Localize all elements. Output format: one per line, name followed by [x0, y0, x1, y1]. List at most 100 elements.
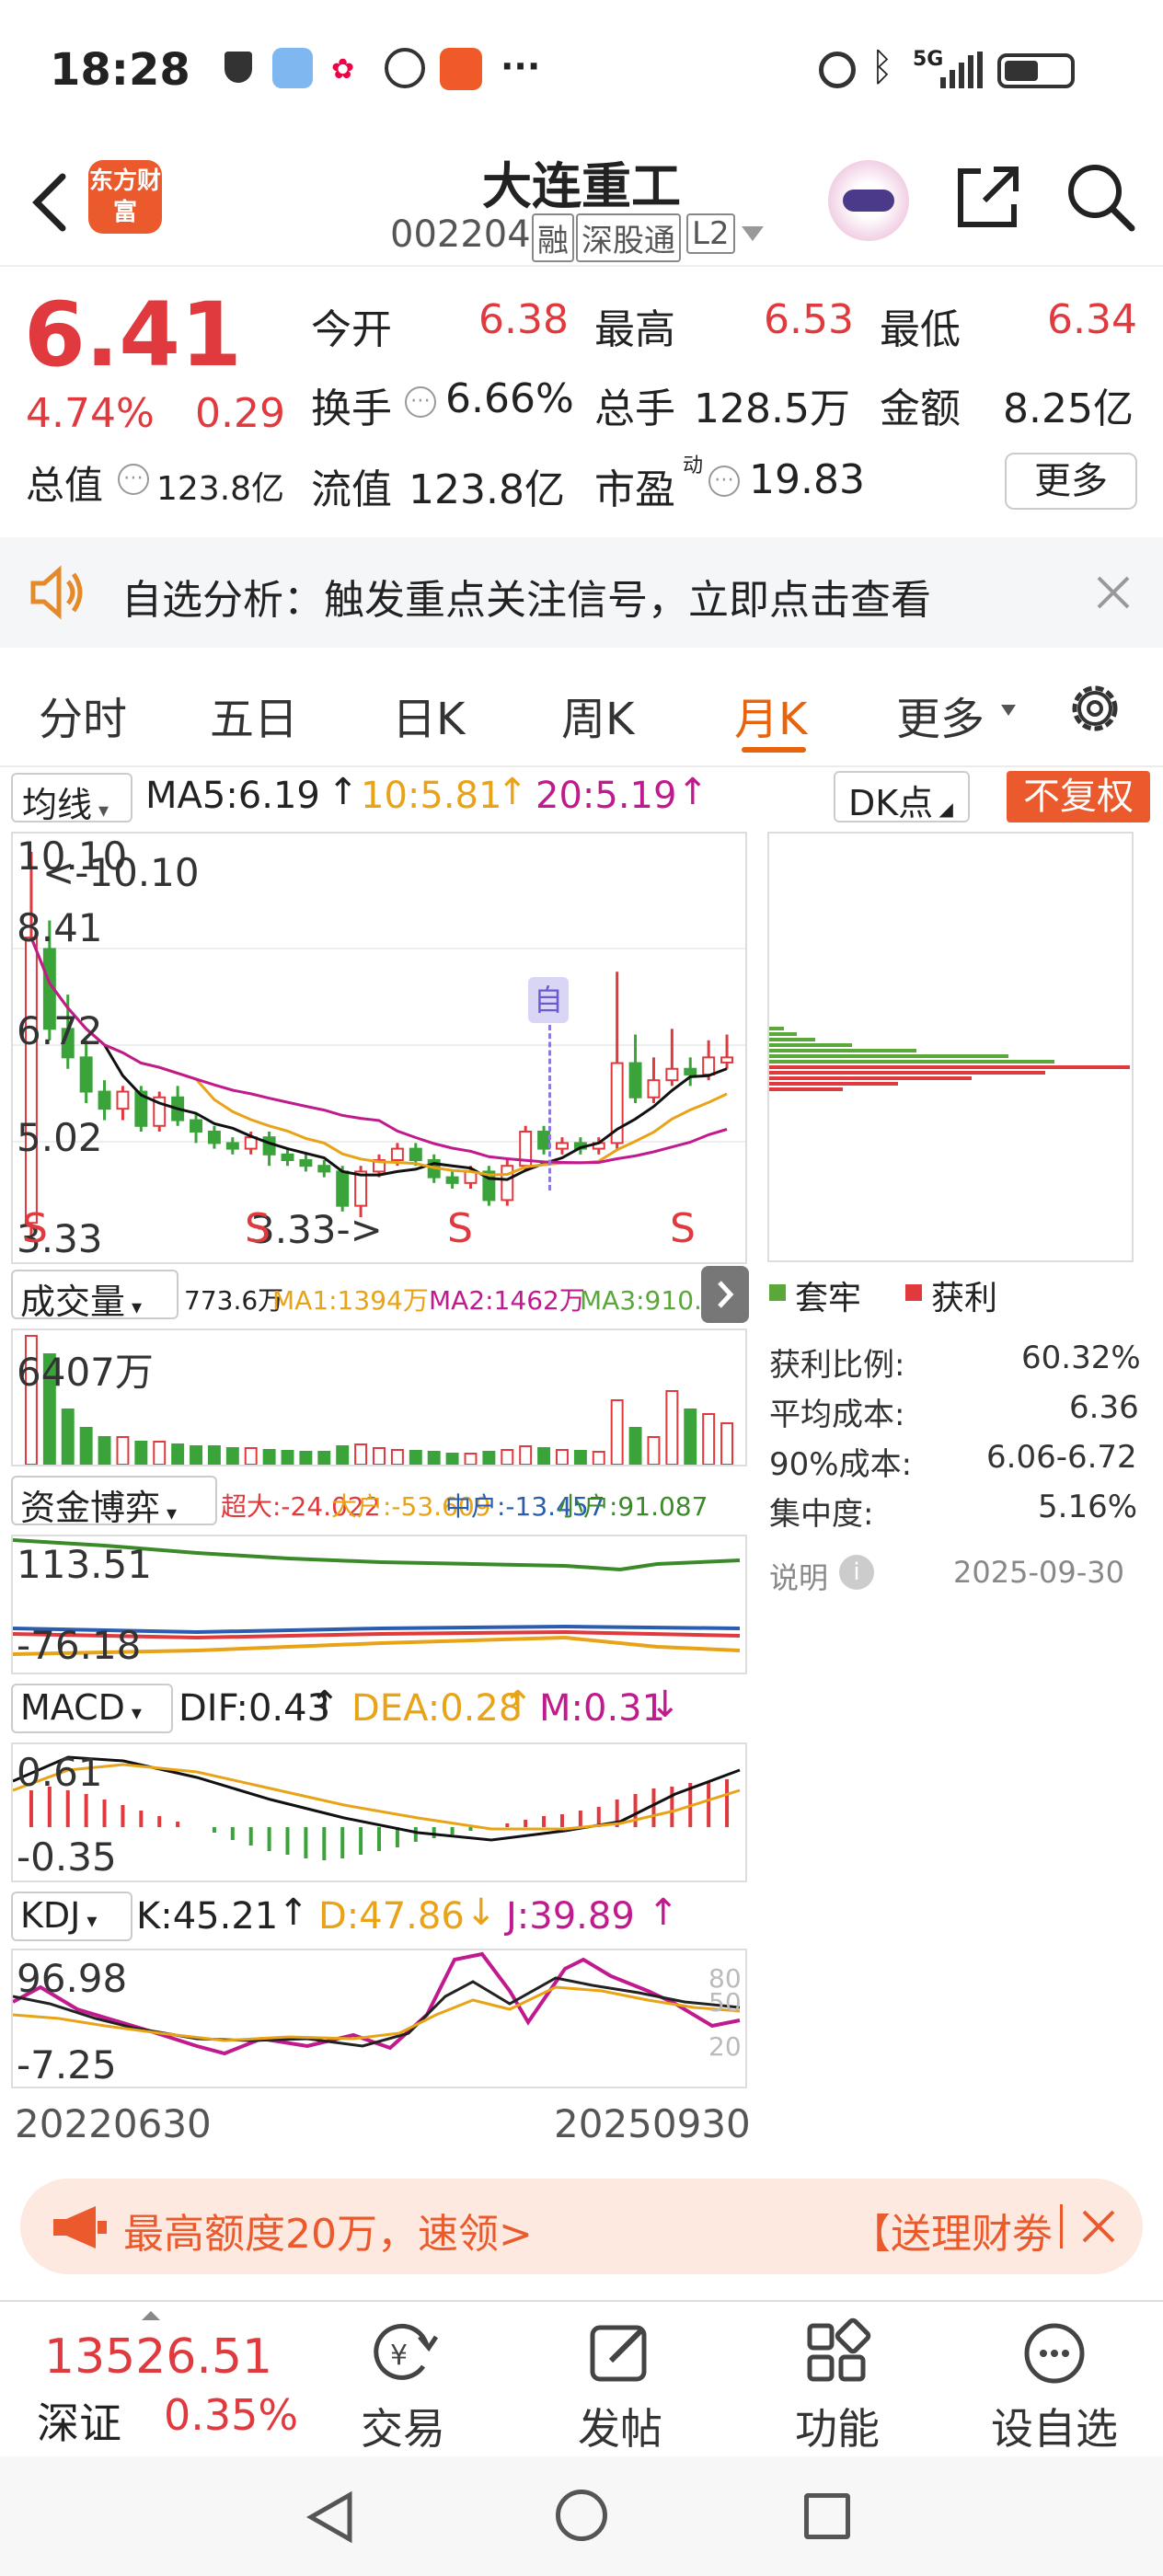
- chip-row-value: 6.06-6.72: [986, 1439, 1137, 1476]
- volume-ma1: MA1:1394万: [272, 1285, 429, 1316]
- pe-value: 19.83: [749, 456, 865, 503]
- stock-code: 002204: [390, 213, 531, 256]
- kline-chart[interactable]: 10.10 8.41 6.72 5.02 3.33 <-10.10 3.33->…: [11, 832, 747, 1264]
- volume-chart[interactable]: 6407万: [11, 1328, 747, 1466]
- functions-button[interactable]: 功能: [754, 2317, 920, 2456]
- pe-label: 市盈: [594, 466, 675, 513]
- back-triangle-icon[interactable]: [304, 2490, 359, 2545]
- tab-intraday[interactable]: 分时: [39, 683, 127, 747]
- chevron-right-icon[interactable]: [701, 1266, 749, 1323]
- bluetooth-icon: ᛒ: [870, 44, 894, 89]
- trade-icon: ¥: [366, 2317, 440, 2390]
- app-icon: ✿: [331, 53, 355, 86]
- macd-min: -0.35: [17, 1834, 117, 1880]
- chevron-down-icon[interactable]: [742, 226, 764, 241]
- search-icon[interactable]: [1064, 160, 1137, 234]
- info-icon[interactable]: ⋯: [708, 466, 740, 497]
- system-nav-bar: [0, 2456, 1163, 2576]
- volume-label: 成交量: [20, 1282, 126, 1322]
- functions-label: 功能: [795, 2404, 880, 2454]
- index-widget[interactable]: 13526.51 深证 0.35%: [0, 2302, 331, 2458]
- sell-signal[interactable]: S: [670, 1205, 696, 1252]
- down-arrow-icon: ↓: [650, 1684, 681, 1726]
- close-icon[interactable]: [1095, 574, 1132, 611]
- dk-label: DK点: [848, 783, 934, 823]
- funds-select[interactable]: 资金博弈 ▾: [11, 1476, 217, 1528]
- candle: [519, 1125, 533, 1172]
- kdj-chart[interactable]: 96.98 -7.25 80 50 20: [11, 1949, 747, 2088]
- tab-active-indicator: [742, 747, 806, 753]
- date-start: 20220630: [15, 2101, 212, 2146]
- index-value: 13526.51: [44, 2329, 273, 2385]
- chip-row-value: 6.36: [1069, 1389, 1139, 1426]
- volume-bar: [317, 1451, 331, 1465]
- add-watchlist-button[interactable]: 设自选: [972, 2317, 1137, 2456]
- candle: [317, 1160, 331, 1178]
- close-icon[interactable]: [1080, 2208, 1117, 2245]
- sell-signal[interactable]: S: [245, 1205, 271, 1252]
- macd-dif-line: [13, 1755, 741, 1842]
- chip-bars: [769, 1027, 1130, 1091]
- tab-monthly[interactable]: 月K: [734, 683, 807, 747]
- trade-button[interactable]: ¥ 交易: [320, 2317, 486, 2456]
- tab-five-day[interactable]: 五日: [210, 683, 298, 747]
- assistant-avatar[interactable]: [828, 160, 909, 241]
- chip-distribution-chart[interactable]: [767, 832, 1134, 1262]
- info-icon[interactable]: ⋯: [405, 386, 436, 418]
- macd-select[interactable]: MACD ▾: [11, 1684, 173, 1733]
- adjust-button[interactable]: 不复权: [1007, 771, 1150, 822]
- up-arrow-icon: ↑: [328, 771, 359, 813]
- funds-label: 资金博弈: [20, 1488, 161, 1528]
- ma20-label: 20:5.19: [535, 775, 677, 817]
- promo-banner[interactable]: 最高额度20万，速领> 【送理财劵: [20, 2179, 1143, 2274]
- macd-chart[interactable]: 0.61 -0.35: [11, 1742, 747, 1882]
- post-button[interactable]: 发帖: [537, 2317, 703, 2456]
- add-watchlist-label: 设自选: [991, 2404, 1118, 2454]
- low-value: 6.34: [1047, 296, 1137, 343]
- up-arrow-icon: ↑: [502, 1684, 534, 1726]
- volume-bar: [464, 1453, 478, 1465]
- funds-small: 小户:91.087: [558, 1491, 708, 1522]
- ma10-label: 10:5.81: [361, 775, 502, 817]
- chip-note[interactable]: 说明: [769, 1555, 828, 1597]
- kdj-select[interactable]: KDJ ▾: [11, 1892, 132, 1941]
- more-notifications-icon: ···: [501, 46, 541, 86]
- gear-icon[interactable]: [1065, 679, 1124, 738]
- macd-dif: DIF:0.43: [178, 1687, 331, 1730]
- info-icon[interactable]: ⋯: [118, 464, 149, 495]
- more-button[interactable]: 更多: [1005, 453, 1137, 510]
- legend-hold: 套牢: [795, 1280, 862, 1317]
- info-icon[interactable]: i: [839, 1555, 874, 1590]
- tab-more[interactable]: 更多: [896, 683, 985, 747]
- self-select-marker[interactable]: 自: [528, 977, 569, 1023]
- volume-select[interactable]: 成交量 ▾: [11, 1270, 178, 1322]
- funds-chart[interactable]: 113.51 -76.18: [11, 1535, 747, 1674]
- up-arrow-icon: ↑: [497, 771, 528, 813]
- alert-banner[interactable]: 自选分析：触发重点关注信号，立即点击查看: [0, 537, 1163, 648]
- chip-date: 2025-09-30: [953, 1555, 1124, 1590]
- recents-square-icon[interactable]: [804, 2493, 850, 2539]
- volume-bar: [482, 1451, 496, 1465]
- indicator-select[interactable]: 均线 ▾: [11, 773, 132, 825]
- volume-bar: [190, 1445, 202, 1465]
- turnover-value: 6.66%: [445, 375, 574, 422]
- promo-side[interactable]: 【送理财劵: [850, 2201, 1056, 2260]
- down-arrow-icon: ↓: [466, 1892, 497, 1934]
- volume-bar: [116, 1436, 130, 1465]
- share-icon[interactable]: [953, 162, 1023, 232]
- candle: [281, 1148, 294, 1167]
- axis-label: 8.41: [17, 905, 103, 950]
- sell-signal[interactable]: S: [22, 1205, 48, 1252]
- chip-row-label: 平均成本:: [769, 1397, 905, 1433]
- chip-row-label: 集中度:: [769, 1496, 874, 1533]
- tab-weekly[interactable]: 周K: [561, 683, 634, 747]
- volume-bar: [244, 1447, 258, 1465]
- low-label: 最低: [880, 306, 961, 353]
- self-select-line: [548, 1025, 551, 1190]
- tab-daily[interactable]: 日K: [392, 683, 465, 747]
- volume-bar: [61, 1409, 75, 1465]
- sell-signal[interactable]: S: [447, 1205, 473, 1252]
- home-circle-icon[interactable]: [556, 2490, 607, 2541]
- kdj-label: KDJ: [20, 1895, 81, 1936]
- dk-select[interactable]: DK点 ◢: [834, 771, 970, 823]
